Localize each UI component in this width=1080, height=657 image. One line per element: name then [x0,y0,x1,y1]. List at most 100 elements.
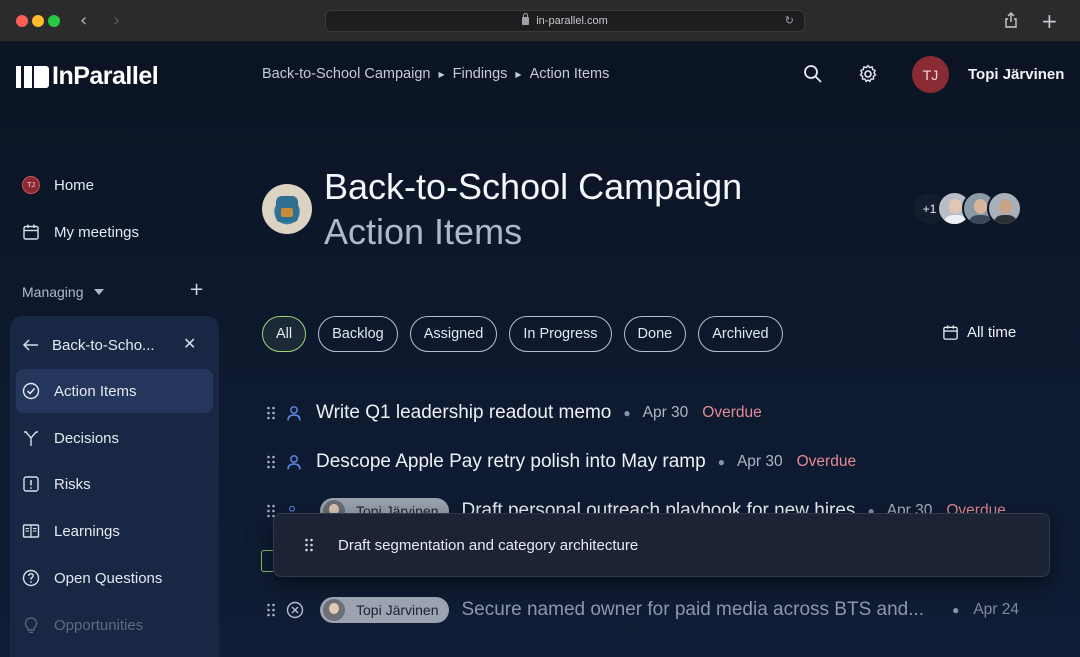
list-item[interactable]: Descope Apple Pay retry polish into May … [266,451,856,473]
filter-chip-done[interactable]: Done [623,316,687,352]
assignee-pill[interactable]: Topi Järvinen [320,597,449,623]
person-icon[interactable] [286,454,302,470]
sidebar-item-label: Decisions [54,429,120,447]
close-window-button[interactable] [16,15,28,27]
backpack-icon [276,196,298,222]
calendar-icon [23,224,39,240]
item-title[interactable]: Write Q1 leadership readout memo [316,402,611,424]
calendar-icon [943,325,958,340]
managing-label: Managing [22,284,84,300]
sidebar-item-opportunities[interactable]: Opportunities [22,616,143,634]
sidebar-item-decisions[interactable]: Decisions [22,429,119,447]
sidebar-item-label: Learnings [54,522,120,540]
filter-chip-backlog[interactable]: Backlog [318,316,398,352]
book-icon [22,524,40,538]
url-text: in-parallel.com [536,15,608,27]
list-item[interactable]: Topi Järvinen Secure named owner for pai… [266,597,1019,623]
new-tab-icon[interactable]: + [1041,9,1058,33]
assignee-name: Topi Järvinen [356,602,439,618]
gear-icon[interactable] [858,64,878,84]
item-date: Apr 30 [736,453,783,470]
drag-handle-icon[interactable] [266,603,276,617]
lock-icon [522,13,530,25]
sidebar-item-learnings[interactable]: Learnings [22,522,120,540]
browser-toolbar: ‹ › in-parallel.com ↻ + [0,0,1080,42]
item-title[interactable]: Descope Apple Pay retry polish into May … [316,451,706,473]
sidebar-item-my-meetings[interactable]: My meetings [22,223,139,241]
project-avatar [262,184,312,234]
dragging-item-title: Draft segmentation and category architec… [338,536,639,554]
close-icon[interactable]: ✕ [183,334,196,353]
maximize-window-button[interactable] [48,15,60,27]
chevron-right-icon: ▶ [515,69,522,79]
list-item[interactable]: Write Q1 leadership readout memo ● Apr 3… [266,402,762,424]
project-name: Back-to-Scho... [52,336,155,354]
separator-dot: ● [623,406,631,420]
breadcrumb: Back-to-School Campaign ▶ Findings ▶ Act… [262,66,609,82]
project-back-link[interactable]: Back-to-Scho... [22,336,155,354]
item-date: Apr 30 [642,404,689,421]
fork-icon [24,431,38,446]
item-title[interactable]: Secure named owner for paid media across… [462,599,925,621]
time-range-label: All time [967,324,1017,341]
page-subtitle: Action Items [324,211,523,252]
drag-handle-icon[interactable] [304,538,314,552]
filter-chip-archived[interactable]: Archived [698,316,783,352]
add-project-icon[interactable]: + [189,279,204,300]
participant-avatars[interactable]: +1 [912,191,1022,226]
time-range-button[interactable]: All time [942,324,1016,341]
share-icon[interactable] [1004,12,1018,28]
managing-dropdown[interactable]: Managing [22,284,104,300]
sidebar-item-label: Opportunities [54,616,144,634]
sidebar-item-risks[interactable]: Risks [22,475,91,493]
sidebar-item-label: Open Questions [54,569,163,587]
status-filter-chips: All Backlog Assigned In Progress Done Ar… [262,316,783,352]
logo[interactable]: InParallel [16,62,159,91]
back-arrow-icon[interactable]: ‹ [80,10,87,31]
cancelled-circle-icon[interactable] [286,601,304,619]
filter-chip-assigned[interactable]: Assigned [409,316,498,352]
logo-text: InParallel [52,62,159,90]
caret-down-icon [93,289,104,295]
separator-dot: ● [952,603,960,617]
address-bar[interactable]: in-parallel.com ↻ [325,10,805,32]
sidebar-item-label: Home [54,176,95,194]
chevron-right-icon: ▶ [438,69,445,79]
search-icon[interactable] [803,64,823,84]
filter-chip-all[interactable]: All [262,316,307,352]
question-circle-icon [22,569,40,587]
sidebar-item-open-questions[interactable]: Open Questions [22,569,162,587]
drag-handle-icon[interactable] [266,406,276,420]
status-badge: Overdue [702,404,762,421]
breadcrumb-item[interactable]: Action Items [530,66,610,82]
item-checkbox[interactable] [261,550,273,572]
reload-icon[interactable]: ↻ [785,14,794,27]
separator-dot: ● [717,455,725,469]
lightbulb-icon [24,617,38,633]
status-badge: Overdue [796,453,857,470]
sidebar-item-label: Action Items [54,382,137,400]
sidebar-item-home[interactable]: TJ Home [22,176,94,194]
check-circle-icon [22,382,40,400]
sidebar-item-label: My meetings [54,223,140,241]
user-name[interactable]: Topi Järvinen [968,66,1064,83]
avatar-icon: TJ [22,176,40,194]
sidebar-item-action-items[interactable]: Action Items [22,382,137,400]
item-date: Apr 24 [973,601,1019,618]
dragging-item[interactable]: Draft segmentation and category architec… [273,513,1050,577]
avatar[interactable] [987,191,1022,226]
user-avatar[interactable]: TJ [912,56,949,93]
logo-mark-icon [16,65,49,88]
breadcrumb-item[interactable]: Back-to-School Campaign [262,66,430,82]
person-icon[interactable] [286,405,302,421]
arrow-left-icon [22,339,38,351]
avatar [323,599,345,621]
page-title: Back-to-School Campaign [324,166,743,207]
forward-arrow-icon[interactable]: › [113,10,120,31]
breadcrumb-item[interactable]: Findings [453,66,508,82]
drag-handle-icon[interactable] [266,455,276,469]
app-window: InParallel Back-to-School Campaign ▶ Fin… [0,42,1080,657]
minimize-window-button[interactable] [32,15,44,27]
sidebar-item-label: Risks [54,475,91,493]
filter-chip-in-progress[interactable]: In Progress [509,316,612,352]
